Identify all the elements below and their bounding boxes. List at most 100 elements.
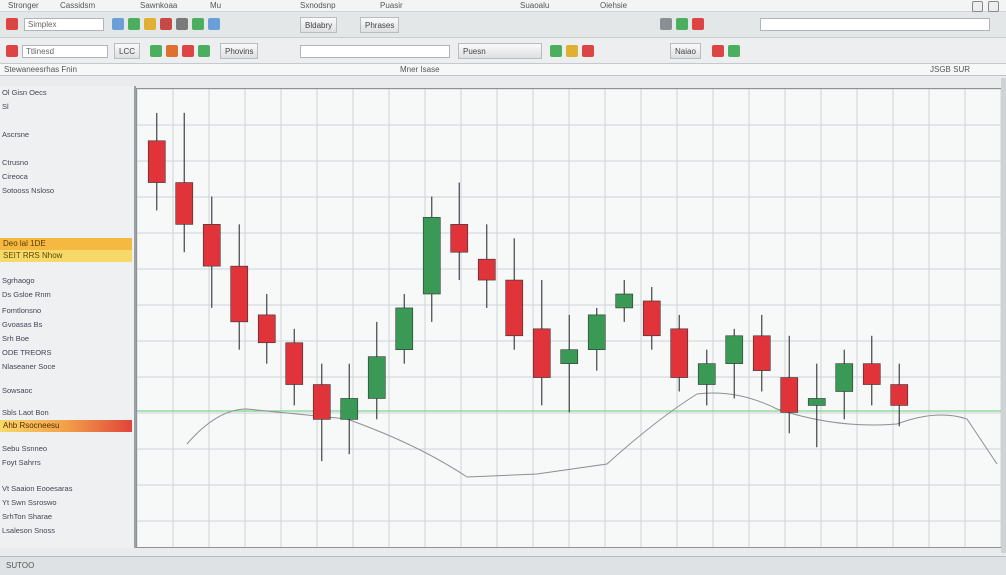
toolbar-button[interactable]: Naiao [670, 43, 701, 59]
info-right: JSGB SUR [930, 65, 971, 74]
order-row[interactable]: Lsaleson Snoss [2, 526, 130, 537]
candle-down[interactable] [257, 314, 276, 344]
watchlist-row[interactable]: Gvoasas Bs [2, 320, 130, 331]
order-row[interactable]: SrhTon Sharae [2, 512, 130, 523]
watchlist-row[interactable]: Cireoca [2, 172, 130, 183]
play-icon[interactable] [676, 18, 688, 30]
settings-icon[interactable] [176, 18, 188, 30]
candle-up[interactable] [587, 314, 606, 351]
toolbar-button[interactable]: Phovins [220, 43, 259, 59]
pencil-icon[interactable] [566, 45, 578, 57]
check-icon[interactable] [728, 45, 740, 57]
candle-up[interactable] [697, 363, 716, 385]
watchlist-row[interactable]: Ds Gsloe Rnm [2, 290, 130, 301]
symbol-field[interactable]: Simplex [24, 18, 104, 31]
up-icon[interactable] [550, 45, 562, 57]
candle-down[interactable] [450, 224, 469, 253]
flag-icon[interactable] [712, 45, 724, 57]
stop-icon[interactable] [692, 18, 704, 30]
candle-down[interactable] [862, 363, 881, 385]
order-row[interactable]: Vt Saaion Eooesaras [2, 484, 130, 495]
candle-down[interactable] [780, 377, 799, 413]
candle-up[interactable] [835, 363, 854, 392]
candle-up[interactable] [560, 349, 579, 364]
down-icon[interactable] [582, 45, 594, 57]
watchlist-row[interactable]: Sowsaoc [2, 386, 130, 397]
menu-item[interactable]: Stronger [8, 1, 39, 10]
info-bar: Stewaneesrhas Fnin Mner Isase JSGB SUR [0, 64, 1006, 76]
indicator-curve [186, 392, 998, 478]
zoom-icon[interactable] [208, 18, 220, 30]
watchlist-row-highlight[interactable]: Deo lal 1DE [0, 238, 132, 250]
candle-up[interactable] [422, 217, 441, 295]
menu-item[interactable]: Sxnodsnp [300, 1, 336, 10]
candle-up[interactable] [395, 307, 414, 351]
minimize-icon[interactable] [972, 1, 983, 12]
menu-item[interactable]: Oiehsie [600, 1, 627, 10]
candle-down[interactable] [230, 265, 249, 323]
menu-item[interactable]: Sawnkoaa [140, 1, 177, 10]
watchlist-row[interactable]: Fomtlonsno [2, 306, 130, 317]
watchlist-row[interactable]: Sotooss Nsloso [2, 186, 130, 197]
candle-down[interactable] [505, 279, 524, 337]
watchlist-row[interactable]: Foyt Sahrrs [2, 458, 130, 469]
toolbar-button[interactable]: LCC [114, 43, 141, 59]
candle-down[interactable] [147, 140, 166, 183]
scrollbar[interactable] [1001, 78, 1006, 553]
menu-item[interactable]: Cassidsm [60, 1, 95, 10]
watchlist-row[interactable]: Sbls Laot Bon [2, 408, 130, 419]
menu-bar: Stronger Cassidsm Sawnkoaa Mu Sxnodsnp P… [0, 0, 1006, 12]
watchlist-row[interactable]: Sl [2, 102, 130, 113]
candle-up[interactable] [340, 398, 359, 420]
candle-down[interactable] [642, 300, 661, 337]
timeframe-field[interactable]: Ttlinesd [22, 45, 108, 58]
candle-down[interactable] [752, 335, 771, 371]
watchlist-row[interactable]: Nlaseaner Soce [2, 362, 130, 373]
close-icon[interactable] [988, 1, 999, 12]
line-icon[interactable] [166, 45, 178, 57]
watchlist-row[interactable]: Ol Gisn Oecs [2, 88, 130, 99]
alert-icon[interactable] [6, 45, 18, 57]
open-icon[interactable] [112, 18, 124, 30]
candle-down[interactable] [312, 384, 331, 420]
watchlist-row[interactable]: Ctrusno [2, 158, 130, 169]
folder-icon[interactable] [144, 18, 156, 30]
toolbar-button[interactable]: Bldabry [300, 17, 338, 33]
candle-icon[interactable] [150, 45, 162, 57]
candle-down[interactable] [890, 384, 909, 406]
candle-down[interactable] [285, 342, 304, 385]
menu-item[interactable]: Suaoalu [520, 1, 549, 10]
candle-down[interactable] [532, 328, 551, 378]
watchlist-row[interactable]: Sgrhaogo [2, 276, 130, 287]
watchlist-row-highlight[interactable]: SEIT RRS Nhow [0, 250, 132, 262]
candle-up[interactable] [615, 293, 634, 309]
toolbar-button[interactable]: Phrases [360, 17, 400, 33]
watchlist-row[interactable]: Ascrsne [2, 130, 130, 141]
indicator-icon[interactable] [198, 45, 210, 57]
bar-icon[interactable] [182, 45, 194, 57]
search-field[interactable] [760, 18, 990, 31]
toolbar-button[interactable]: Puesn [458, 43, 542, 59]
print-icon[interactable] [660, 18, 672, 30]
candle-down[interactable] [175, 182, 194, 225]
price-chart[interactable] [136, 88, 1003, 548]
candle-up[interactable] [807, 398, 826, 406]
watchlist-row[interactable]: Sebu Ssnneo [2, 444, 130, 455]
period-field[interactable] [300, 45, 450, 58]
delete-icon[interactable] [160, 18, 172, 30]
candle-up[interactable] [367, 356, 386, 399]
candlestick-chart-svg[interactable] [136, 88, 1002, 547]
record-icon[interactable] [6, 18, 18, 30]
candle-down[interactable] [670, 328, 689, 378]
watchlist-row-highlight[interactable]: Ahb Rsocneesu [0, 420, 132, 432]
watchlist-row[interactable]: ODE TREORS [2, 348, 130, 359]
candle-down[interactable] [202, 224, 221, 267]
menu-item[interactable]: Mu [210, 1, 221, 10]
grid-icon[interactable] [192, 18, 204, 30]
order-row[interactable]: Yt Swn Ssroswo [2, 498, 130, 509]
candle-up[interactable] [725, 335, 744, 364]
candle-down[interactable] [477, 258, 496, 281]
menu-item[interactable]: Puasir [380, 1, 403, 10]
watchlist-row[interactable]: Srh Boe [2, 334, 130, 345]
chart-icon[interactable] [128, 18, 140, 30]
